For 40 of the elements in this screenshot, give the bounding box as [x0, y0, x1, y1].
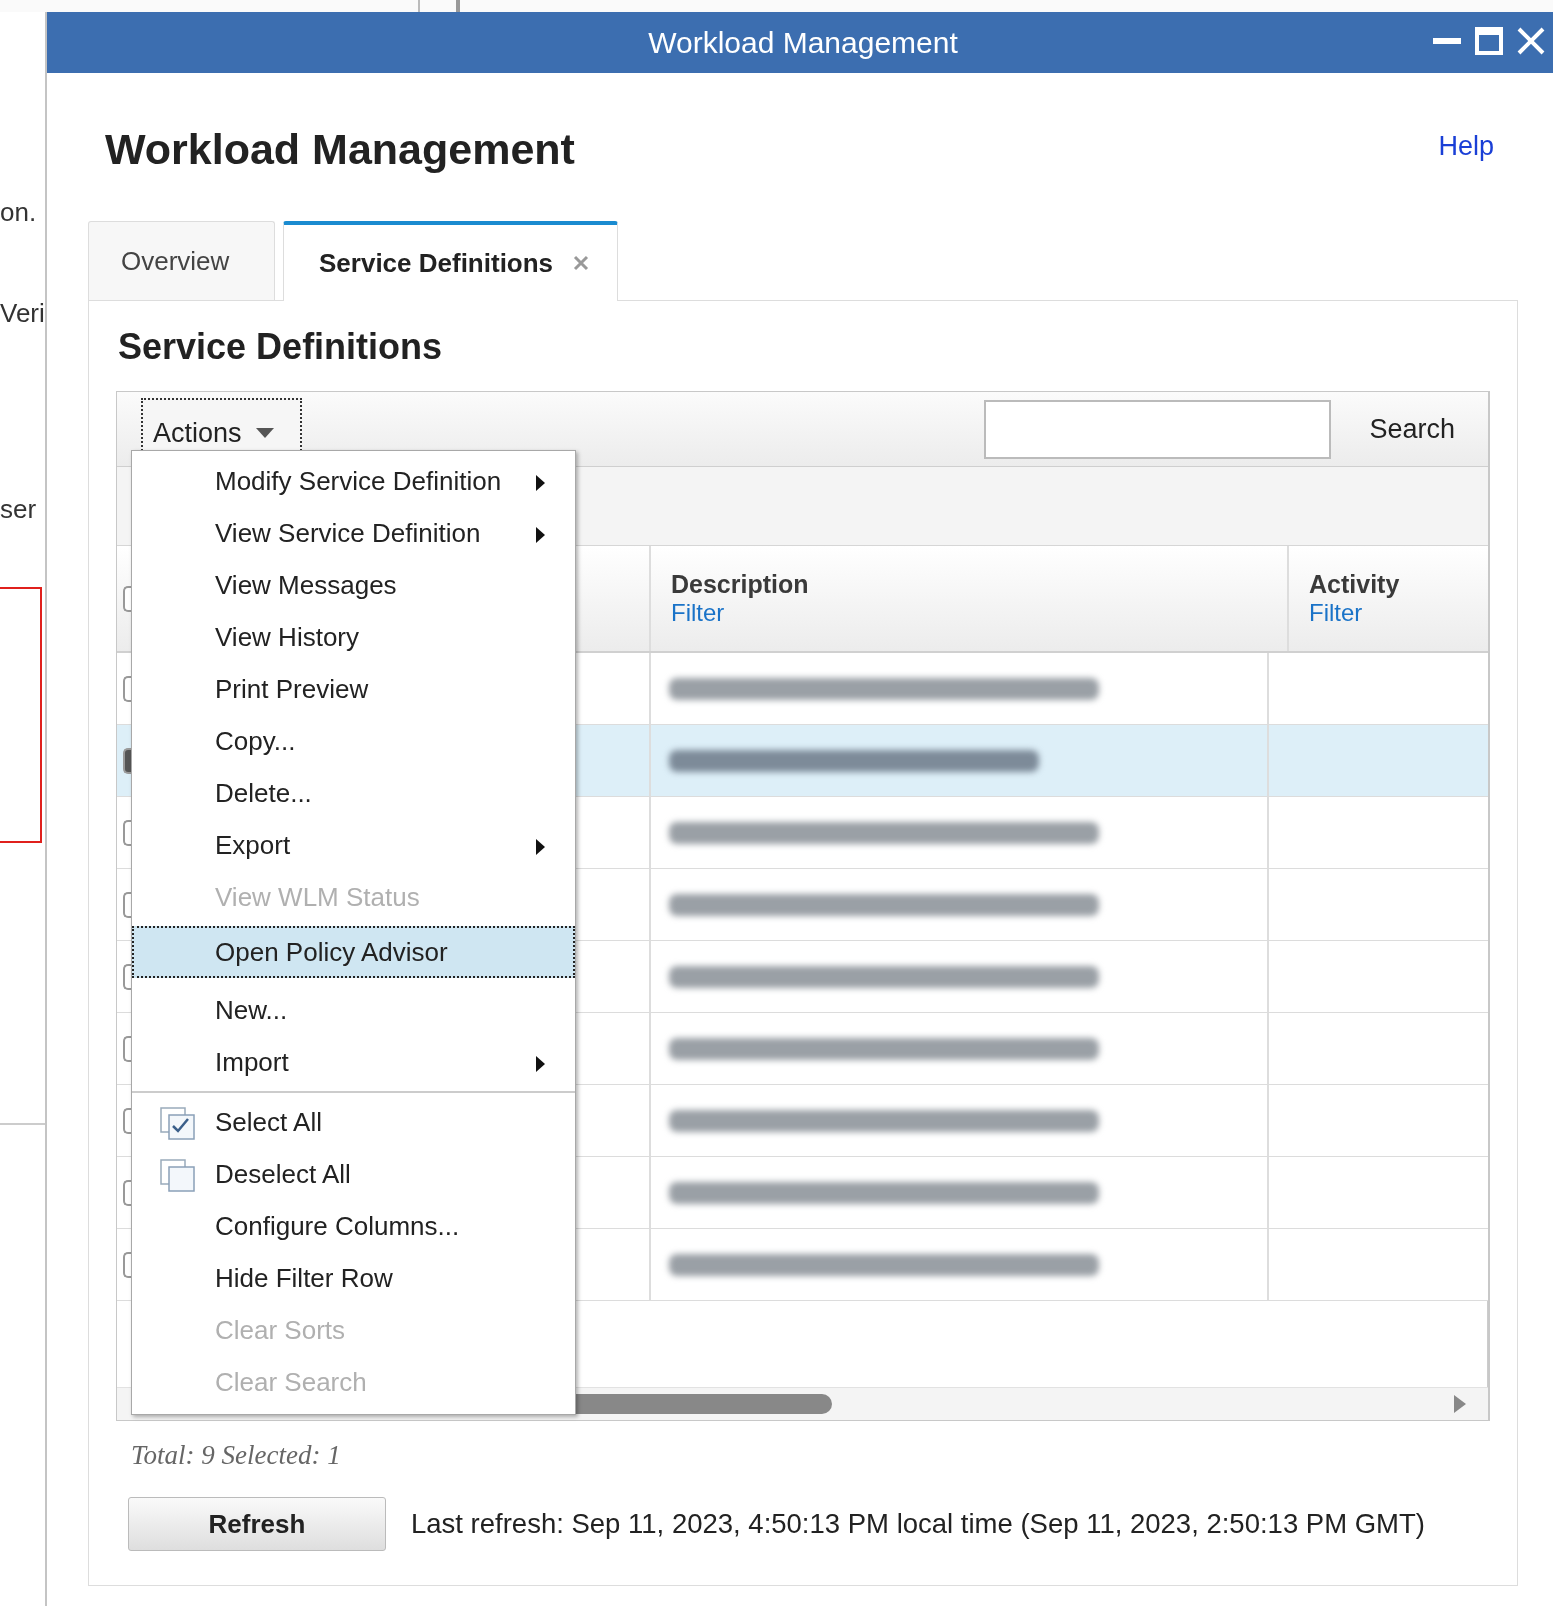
background-text: on. — [0, 197, 38, 228]
menu-item[interactable]: New... — [132, 984, 575, 1036]
section-title: Service Definitions — [118, 325, 444, 369]
menu-item[interactable]: View Service Definition — [132, 507, 575, 559]
menu-item[interactable]: Open Policy Advisor — [132, 926, 575, 978]
help-link[interactable]: Help — [1438, 131, 1494, 162]
last-refresh-text: Last refresh: Sep 11, 2023, 4:50:13 PM local time (Sep 11, 2023, 2:50:13 PM GMT) — [411, 1508, 1425, 1540]
menu-item[interactable]: Delete... — [132, 767, 575, 819]
menu-item[interactable]: Hide Filter Row — [132, 1252, 575, 1304]
menu-item[interactable]: Print Preview — [132, 663, 575, 715]
menu-item[interactable]: Import — [132, 1036, 575, 1088]
page-title: Workload Management — [105, 125, 575, 173]
filter-link[interactable]: Filter — [671, 599, 725, 627]
search-field[interactable] — [984, 399, 1332, 459]
background-text: ser — [0, 494, 38, 525]
filter-link[interactable]: Filter — [1309, 599, 1363, 627]
tab[interactable]: Overview — [88, 221, 275, 300]
column-header[interactable]: Description — [671, 570, 809, 599]
submenu-arrow-icon — [536, 527, 545, 543]
submenu-arrow-icon — [536, 1056, 545, 1072]
tab[interactable]: Service Definitions — [283, 221, 619, 301]
search-button[interactable]: Search — [1369, 413, 1455, 445]
scroll-right-icon[interactable] — [1454, 1395, 1466, 1413]
refresh-button[interactable]: Refresh — [128, 1497, 386, 1551]
window-title: Workload Management — [648, 25, 958, 60]
menu-item[interactable]: Deselect All — [132, 1148, 575, 1200]
menu-item[interactable]: Select All — [132, 1096, 575, 1148]
maximize-icon[interactable] — [1475, 26, 1503, 56]
menu-item[interactable]: Copy... — [132, 715, 575, 767]
menu-item[interactable]: Configure Columns... — [132, 1200, 575, 1252]
menu-item[interactable]: Export — [132, 819, 575, 871]
menu-item[interactable]: View History — [132, 611, 575, 663]
menu-item[interactable]: View Messages — [132, 559, 575, 611]
background-text: Veri — [0, 298, 45, 329]
submenu-arrow-icon — [536, 839, 545, 855]
column-header[interactable]: Activity — [1309, 570, 1400, 599]
close-icon[interactable] — [573, 255, 590, 271]
selection-summary: Total: 9 Selected: 1 — [131, 1439, 342, 1472]
submenu-arrow-icon — [536, 475, 545, 491]
caret-icon — [255, 428, 274, 438]
